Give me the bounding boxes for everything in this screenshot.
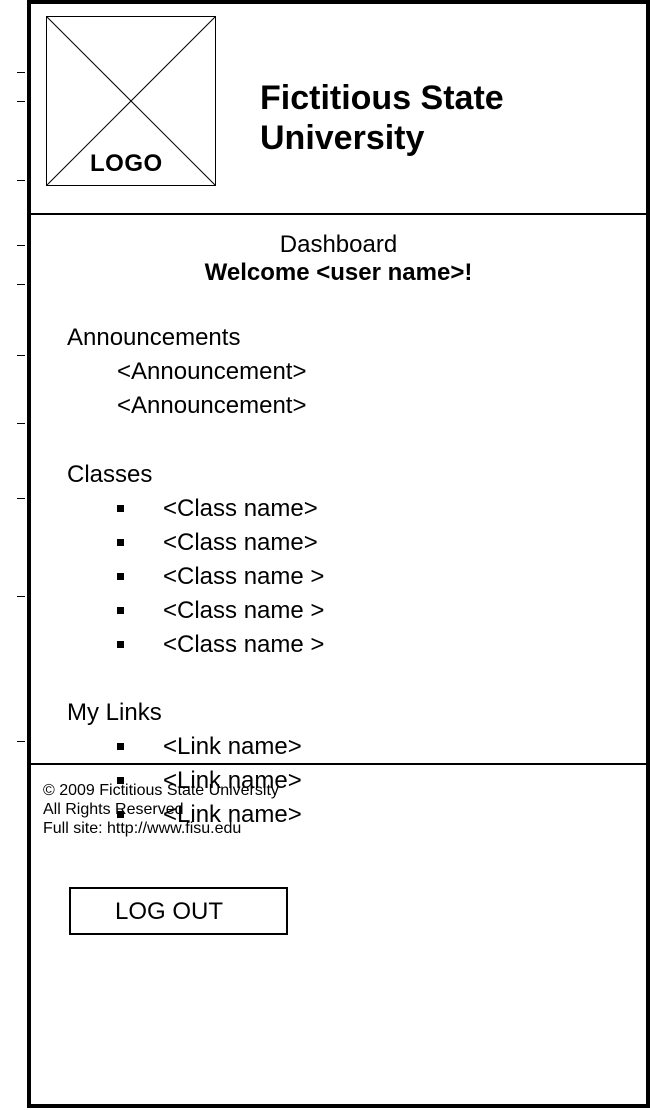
class-name[interactable]: <Class name > — [163, 631, 324, 658]
edge-tick — [17, 101, 25, 102]
announcements-section: Announcements <Announcement> <Announceme… — [67, 321, 306, 423]
class-list-item[interactable]: <Class name > — [67, 594, 324, 628]
edge-tick — [17, 245, 25, 246]
logo-placeholder-icon[interactable]: LOGO — [46, 16, 216, 186]
mobile-page-frame: LOGO Fictitious State University Dashboa… — [27, 0, 650, 1108]
class-list-item[interactable]: <Class name> — [67, 492, 324, 526]
classes-section: Classes <Class name> <Class name> <Class… — [67, 458, 324, 662]
edge-tick — [17, 741, 25, 742]
edge-tick — [17, 423, 25, 424]
page-edge-marks — [0, 0, 26, 1108]
dashboard-content: Dashboard Welcome <user name>! Announcem… — [31, 215, 646, 935]
square-bullet-icon — [117, 607, 124, 614]
link-name[interactable]: <Link name> — [163, 733, 302, 760]
edge-tick — [17, 72, 25, 73]
classes-heading: Classes — [67, 461, 153, 488]
edge-tick — [17, 596, 25, 597]
square-bullet-icon — [117, 505, 124, 512]
edge-tick — [17, 180, 25, 181]
announcement-item[interactable]: <Announcement> — [67, 389, 306, 423]
class-list-item[interactable]: <Class name > — [67, 560, 324, 594]
logo-label: LOGO — [90, 150, 163, 177]
class-name[interactable]: <Class name> — [163, 495, 318, 522]
site-header: LOGO Fictitious State University — [31, 4, 646, 215]
class-list-item[interactable]: <Class name > — [67, 628, 324, 662]
my-links-heading: My Links — [67, 699, 162, 726]
edge-tick — [17, 284, 25, 285]
edge-tick — [17, 355, 25, 356]
class-list-item[interactable]: <Class name> — [67, 526, 324, 560]
welcome-message: Welcome <user name>! — [204, 259, 473, 286]
square-bullet-icon — [117, 573, 124, 580]
class-name[interactable]: <Class name > — [163, 597, 324, 624]
announcements-heading: Announcements — [67, 324, 241, 351]
announcement-item[interactable]: <Announcement> — [67, 355, 306, 389]
site-title: Fictitious State University — [260, 79, 504, 157]
link-list-item[interactable]: <Link name> — [67, 730, 302, 764]
site-footer: © 2009 Fictitious State University All R… — [31, 763, 646, 1110]
square-bullet-icon — [117, 743, 124, 750]
class-name[interactable]: <Class name > — [163, 563, 324, 590]
class-name[interactable]: <Class name> — [163, 529, 318, 556]
copyright-text: © 2009 Fictitious State University — [43, 782, 279, 799]
full-site-link[interactable]: Full site: http://www.fisu.edu — [43, 819, 279, 838]
square-bullet-icon — [117, 539, 124, 546]
rights-text: All Rights Reserved — [43, 801, 184, 818]
classes-list: <Class name> <Class name> <Class name > … — [67, 492, 324, 662]
page-title: Dashboard — [279, 231, 398, 258]
footer-text: © 2009 Fictitious State University All R… — [43, 781, 279, 838]
edge-tick — [17, 498, 25, 499]
square-bullet-icon — [117, 641, 124, 648]
